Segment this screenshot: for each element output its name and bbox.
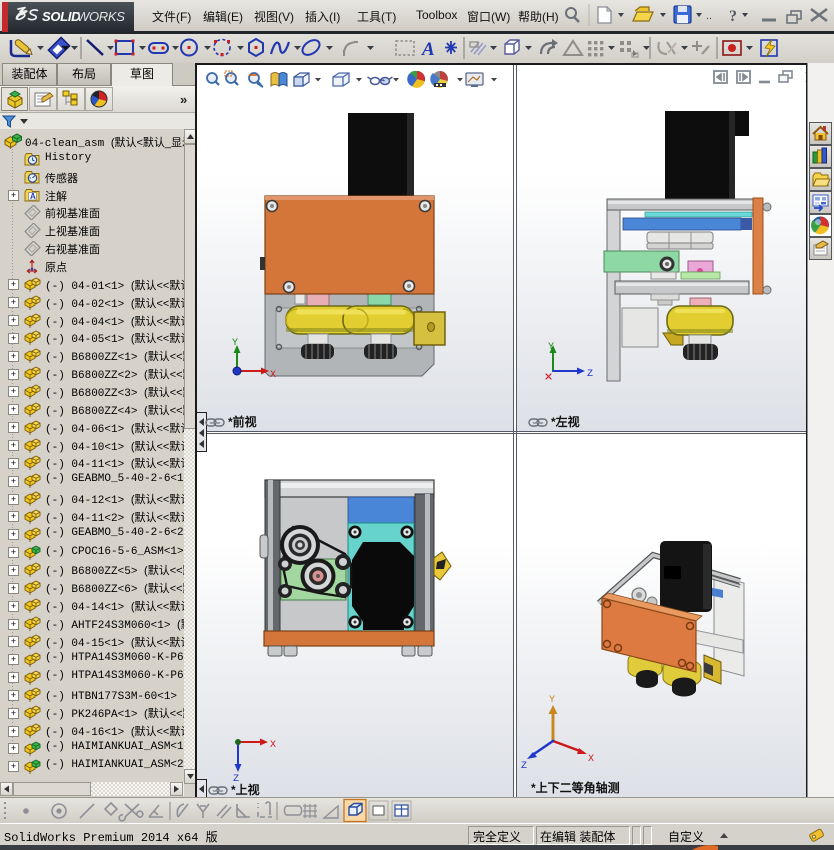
svg-text:X: X [270,370,276,381]
svg-text:A: A [421,39,435,60]
svg-text:A: A [30,192,36,201]
svg-text:Y: Y [549,695,555,706]
svg-text:X: X [270,740,276,751]
svg-text:Z: Z [521,761,527,772]
svg-text:Y: Y [548,342,554,353]
svg-text:X: X [588,754,594,765]
svg-text:Z: Z [587,369,593,380]
svg-text:Y: Y [232,338,238,349]
svg-text:»: » [180,92,187,107]
svg-text:..: .. [706,10,712,22]
svg-text:?: ? [729,8,737,25]
